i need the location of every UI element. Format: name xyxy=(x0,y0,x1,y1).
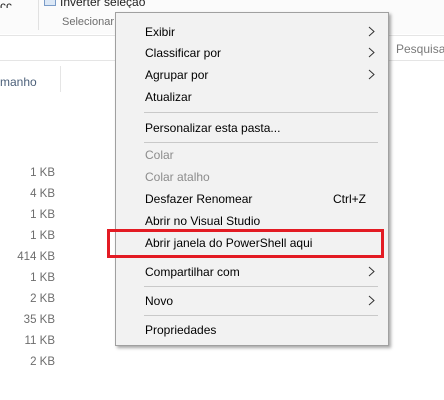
menu-item-label: Atualizar xyxy=(145,90,192,104)
file-size: 4 KB xyxy=(30,188,55,200)
menu-item-undo-rename[interactable]: Desfazer Renomear Ctrl+Z xyxy=(116,188,388,209)
file-size: 1 KB xyxy=(30,272,55,284)
file-size: 1 KB xyxy=(30,167,55,179)
file-size: 35 KB xyxy=(23,314,55,326)
chevron-right-icon xyxy=(368,69,375,80)
menu-item-new[interactable]: Novo xyxy=(116,290,388,311)
menu-item-shortcut: Ctrl+Z xyxy=(333,192,366,206)
menu-item-label: Agrupar por xyxy=(145,68,209,82)
menu-item-properties[interactable]: Propriedades xyxy=(116,319,388,340)
menu-item-label: Exibir xyxy=(145,25,176,39)
menu-item-label: Colar atalho xyxy=(145,170,210,184)
ribbon-divider xyxy=(38,0,39,30)
menu-item-label: Classificar por xyxy=(145,46,222,60)
menu-item-sort-by[interactable]: Classificar por xyxy=(116,42,388,63)
chevron-right-icon xyxy=(368,47,375,58)
menu-item-label: Abrir no Visual Studio xyxy=(145,214,261,228)
invert-selection-label: Inverter seleção xyxy=(60,0,146,8)
file-size: 1 KB xyxy=(30,209,55,221)
chevron-right-icon xyxy=(368,266,375,277)
file-size: 414 KB xyxy=(17,251,55,263)
menu-item-refresh[interactable]: Atualizar xyxy=(116,86,388,107)
menu-separator xyxy=(144,142,378,143)
file-size: 2 KB xyxy=(30,356,55,368)
menu-separator xyxy=(144,257,378,258)
file-size-column: 1 KB 4 KB 1 KB 1 KB 414 KB 1 KB 2 KB 35 … xyxy=(0,166,55,376)
menu-item-label: Novo xyxy=(145,294,174,308)
chevron-right-icon xyxy=(368,295,375,306)
menu-item-paste-shortcut[interactable]: Colar atalho xyxy=(116,166,388,187)
menu-item-view[interactable]: Exibir xyxy=(116,21,388,42)
invert-selection-icon xyxy=(44,0,56,6)
context-menu: Exibir Classificar por Agrupar por Atual… xyxy=(115,12,389,346)
menu-separator xyxy=(144,112,378,113)
menu-item-group-by[interactable]: Agrupar por xyxy=(116,64,388,85)
menu-item-label: Abrir janela do PowerShell aqui xyxy=(145,236,313,250)
file-size: 2 KB xyxy=(30,293,55,305)
ribbon-cut-text: ccto xyxy=(0,0,12,8)
menu-separator xyxy=(144,315,378,316)
invert-selection-button[interactable]: Inverter seleção xyxy=(44,0,145,8)
file-size: 1 KB xyxy=(30,230,55,242)
chevron-right-icon xyxy=(368,26,375,37)
menu-item-label: Desfazer Renomear xyxy=(145,192,253,206)
column-divider[interactable] xyxy=(60,66,61,92)
menu-item-label: Compartilhar com xyxy=(145,265,240,279)
menu-item-label: Personalizar esta pasta... xyxy=(145,121,281,135)
menu-item-open-powershell[interactable]: Abrir janela do PowerShell aqui xyxy=(116,232,388,253)
menu-item-label: Propriedades xyxy=(145,323,217,337)
menu-item-label: Colar xyxy=(145,148,174,162)
column-header-size[interactable]: manho xyxy=(0,75,37,89)
file-size: 11 KB xyxy=(24,335,55,347)
menu-item-paste[interactable]: Colar xyxy=(116,144,388,165)
menu-item-customize-folder[interactable]: Personalizar esta pasta... xyxy=(116,117,388,138)
menu-item-share-with[interactable]: Compartilhar com xyxy=(116,261,388,282)
menu-separator xyxy=(144,286,378,287)
menu-item-open-visual-studio[interactable]: Abrir no Visual Studio xyxy=(116,210,388,231)
ribbon-group-label: Selecionar xyxy=(62,16,114,28)
search-placeholder: Pesquisar xyxy=(396,42,444,56)
